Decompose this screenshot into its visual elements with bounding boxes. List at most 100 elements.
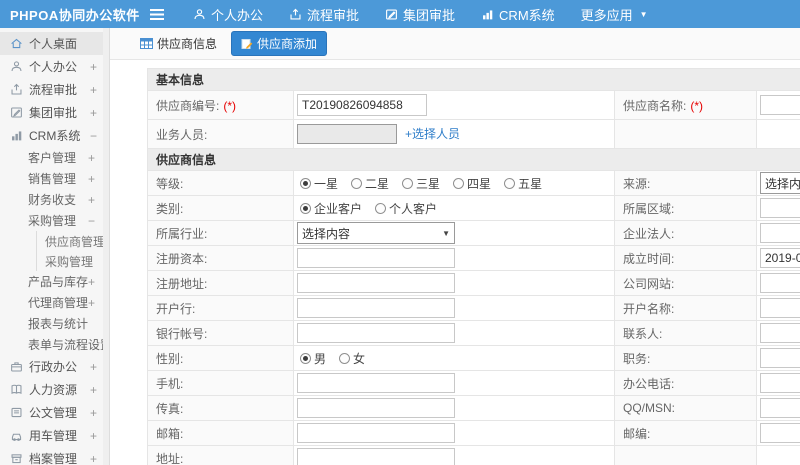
sidebar-item-label: 用车管理: [29, 429, 78, 443]
expand-toggle-icon[interactable]: +: [88, 172, 95, 186]
email-input[interactable]: [297, 423, 455, 443]
contact-input[interactable]: [760, 323, 800, 343]
level-radio-option[interactable]: 二星: [351, 175, 389, 192]
expand-toggle-icon[interactable]: +: [90, 60, 97, 74]
expand-toggle-icon[interactable]: −: [88, 214, 95, 228]
founded-date-input[interactable]: [760, 248, 800, 268]
bank-account-input[interactable]: [297, 323, 455, 343]
menu-toggle-icon[interactable]: [150, 8, 164, 20]
bank-account-label: 银行帐号:: [156, 326, 208, 341]
level-radio-option[interactable]: 一星: [300, 175, 338, 192]
sidebar-item-agent-mgmt[interactable]: 代理商管理 +: [0, 292, 109, 313]
sidebar-item-vehicle-mgmt[interactable]: 用车管理 +: [0, 424, 109, 447]
region-input[interactable]: [760, 198, 800, 218]
expand-toggle-icon[interactable]: +: [90, 452, 97, 465]
supplier-name-label: 供应商名称:: [623, 98, 687, 113]
sidebar-item-sales-mgmt[interactable]: 销售管理 +: [0, 168, 109, 189]
industry-select[interactable]: 选择内容 ▼: [297, 222, 455, 244]
folder-icon: [10, 452, 23, 465]
mobile-input[interactable]: [297, 373, 455, 393]
table-row: 邮箱: 邮编:: [147, 420, 800, 446]
registered-capital-input[interactable]: [297, 248, 455, 268]
legal-person-label: 企业法人:: [623, 226, 675, 241]
sidebar-item-archive-mgmt[interactable]: 档案管理 +: [0, 447, 109, 465]
level-radio-option[interactable]: 五星: [504, 175, 542, 192]
sidebar-item-customer-mgmt[interactable]: 客户管理 +: [0, 147, 109, 168]
source-select[interactable]: 选择内容▼: [760, 172, 800, 194]
sidebar-item-form-flow-settings[interactable]: 表单与流程设置+: [0, 334, 109, 355]
company-website-input[interactable]: [760, 273, 800, 293]
sidebar-subitem-label: 报表与统计: [28, 317, 89, 331]
category-label: 类别:: [156, 201, 184, 216]
qq-msn-input[interactable]: [760, 398, 800, 418]
gender-radio-option[interactable]: 女: [339, 350, 365, 367]
table-row: 供应商编号:(*)供应商名称:(*): [147, 90, 800, 120]
expand-toggle-icon[interactable]: +: [90, 106, 97, 120]
sidebar-item-administration[interactable]: 行政办公 +: [0, 355, 109, 378]
tab-supplier-info[interactable]: 供应商信息: [136, 32, 221, 55]
sidebar-item-document-mgmt[interactable]: 公文管理 +: [0, 401, 109, 424]
expand-toggle-icon[interactable]: +: [88, 275, 95, 289]
tab-supplier-add[interactable]: 供应商添加: [231, 31, 328, 56]
sidebar-item-personal-desktop[interactable]: 个人桌面: [0, 32, 109, 55]
level-radio-option[interactable]: 四星: [453, 175, 491, 192]
sales-person-picker-link[interactable]: +选择人员: [405, 127, 460, 141]
expand-toggle-icon[interactable]: −: [90, 129, 97, 143]
sidebar-item-label: 个人办公: [29, 60, 78, 74]
expand-toggle-icon[interactable]: +: [90, 83, 97, 97]
sidebar-item-product-inventory[interactable]: 产品与库存 +: [0, 271, 109, 292]
account-name-input[interactable]: [760, 298, 800, 318]
nav-item-label: 更多应用: [580, 7, 633, 23]
expand-toggle-icon[interactable]: +: [90, 429, 97, 443]
radio-icon: [300, 177, 311, 189]
sidebar-item-supplier-mgmt[interactable]: 供应商管理: [37, 231, 109, 251]
nav-more-apps[interactable]: 更多应用 ▼: [581, 5, 648, 24]
address-input[interactable]: [297, 448, 455, 465]
nav-item-label: 个人办公: [211, 7, 264, 23]
expand-toggle-icon[interactable]: +: [90, 360, 97, 374]
main-area: 供应商信息 供应商添加 基本信息供应商编号:(*)供应商名称:(*)业务人员:+…: [110, 28, 800, 465]
office-phone-input[interactable]: [760, 373, 800, 393]
expand-toggle-icon[interactable]: +: [88, 151, 95, 165]
expand-toggle-icon[interactable]: +: [88, 296, 95, 310]
fax-input[interactable]: [297, 398, 455, 418]
select-value: 选择内容: [302, 226, 351, 241]
table-row: 注册资本: 成立时间:: [147, 245, 800, 271]
section-header: 基本信息: [146, 68, 800, 91]
expand-toggle-icon[interactable]: +: [90, 383, 97, 397]
registered-address-input[interactable]: [297, 273, 455, 293]
category-radio-option[interactable]: 个人客户: [375, 200, 437, 217]
sidebar-item-crm-system[interactable]: CRM系统 −: [0, 124, 109, 147]
sidebar-item-finance[interactable]: 财务收支 +: [0, 189, 109, 210]
contact-label: 联系人:: [623, 326, 663, 341]
sales-person-input[interactable]: [297, 124, 397, 144]
expand-toggle-icon[interactable]: +: [90, 406, 97, 420]
nav-personal-office[interactable]: 个人办公: [193, 5, 263, 24]
supplier-code-input[interactable]: [297, 94, 427, 116]
chart-icon: [481, 8, 494, 21]
zip-input[interactable]: [760, 423, 800, 443]
level-radio-option[interactable]: 三星: [402, 175, 440, 192]
sidebar-item-procurement-mgmt[interactable]: 采购管理 −: [0, 210, 109, 231]
position-label: 职务:: [623, 351, 651, 366]
sidebar-item-group-approval[interactable]: 集团审批 +: [0, 101, 109, 124]
radio-icon: [351, 177, 363, 189]
nav-crm-system[interactable]: CRM系统: [481, 5, 555, 24]
category-radio-option[interactable]: 企业客户: [300, 200, 362, 217]
gender-radio-option[interactable]: 男: [300, 350, 326, 367]
sidebar-item-purchase-mgmt[interactable]: 采购管理: [37, 251, 109, 271]
sidebar-item-personal-office[interactable]: 个人办公 +: [0, 55, 109, 78]
radio-icon: [402, 177, 414, 189]
supplier-name-input[interactable]: [760, 95, 800, 115]
book-icon: [10, 383, 23, 396]
nav-workflow-approval[interactable]: 流程审批: [289, 5, 359, 24]
bank-input[interactable]: [297, 298, 455, 318]
supplier-form-table: 基本信息供应商编号:(*)供应商名称:(*)业务人员:+选择人员供应商信息等级:…: [146, 68, 800, 465]
expand-toggle-icon[interactable]: +: [88, 193, 95, 207]
position-input[interactable]: [760, 348, 800, 368]
nav-group-approval[interactable]: 集团审批: [385, 5, 455, 24]
legal-person-input[interactable]: [760, 223, 800, 243]
sidebar-item-human-resources[interactable]: 人力资源 +: [0, 378, 109, 401]
sidebar-item-reports-statistics[interactable]: 报表与统计: [0, 313, 109, 334]
sidebar-item-workflow-approval[interactable]: 流程审批 +: [0, 78, 109, 101]
